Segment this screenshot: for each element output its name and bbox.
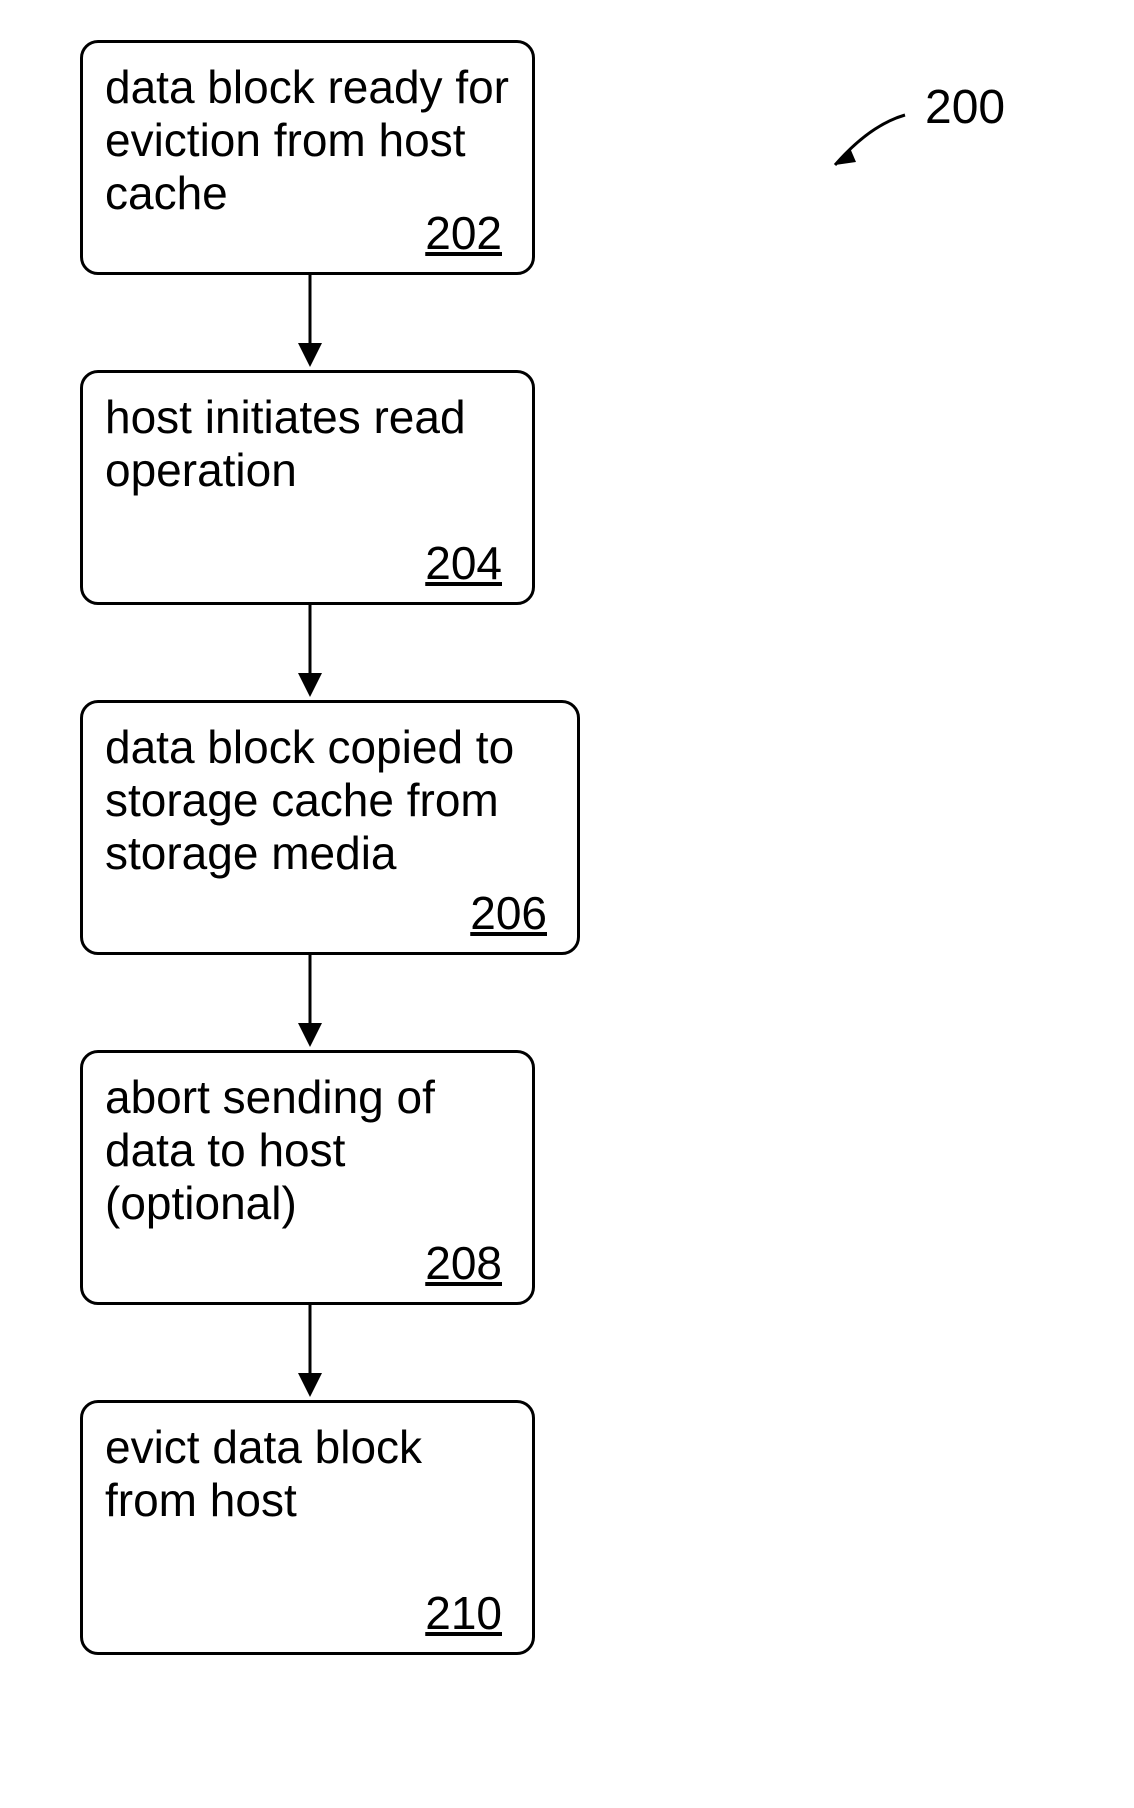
flow-arrow-202-204 [295,275,325,370]
flow-step-num: 206 [470,886,547,940]
flow-step-text: data block copied to storage cache from … [105,721,555,880]
flow-step-208: abort sending of data to host (optional)… [80,1050,535,1305]
flow-arrow-204-206 [295,605,325,700]
flow-arrow-206-208 [295,955,325,1050]
flow-arrow-208-210 [295,1305,325,1400]
reference-pointer-arrow [820,110,920,190]
flow-step-text: host initiates read operation [105,391,510,497]
flow-step-204: host initiates read operation 204 [80,370,535,605]
flow-step-text: evict data block from host [105,1421,510,1527]
flow-step-num: 208 [425,1236,502,1290]
flow-step-num: 210 [425,1586,502,1640]
flow-step-202: data block ready for eviction from host … [80,40,535,275]
flow-step-text: abort sending of data to host (optional) [105,1071,510,1230]
flowchart-canvas: 200 data block ready for eviction from h… [0,0,1134,1808]
flow-step-210: evict data block from host 210 [80,1400,535,1655]
flow-step-num: 204 [425,536,502,590]
flow-step-text: data block ready for eviction from host … [105,61,510,220]
reference-number: 200 [925,80,1005,135]
flow-step-num: 202 [425,206,502,260]
flow-step-206: data block copied to storage cache from … [80,700,580,955]
